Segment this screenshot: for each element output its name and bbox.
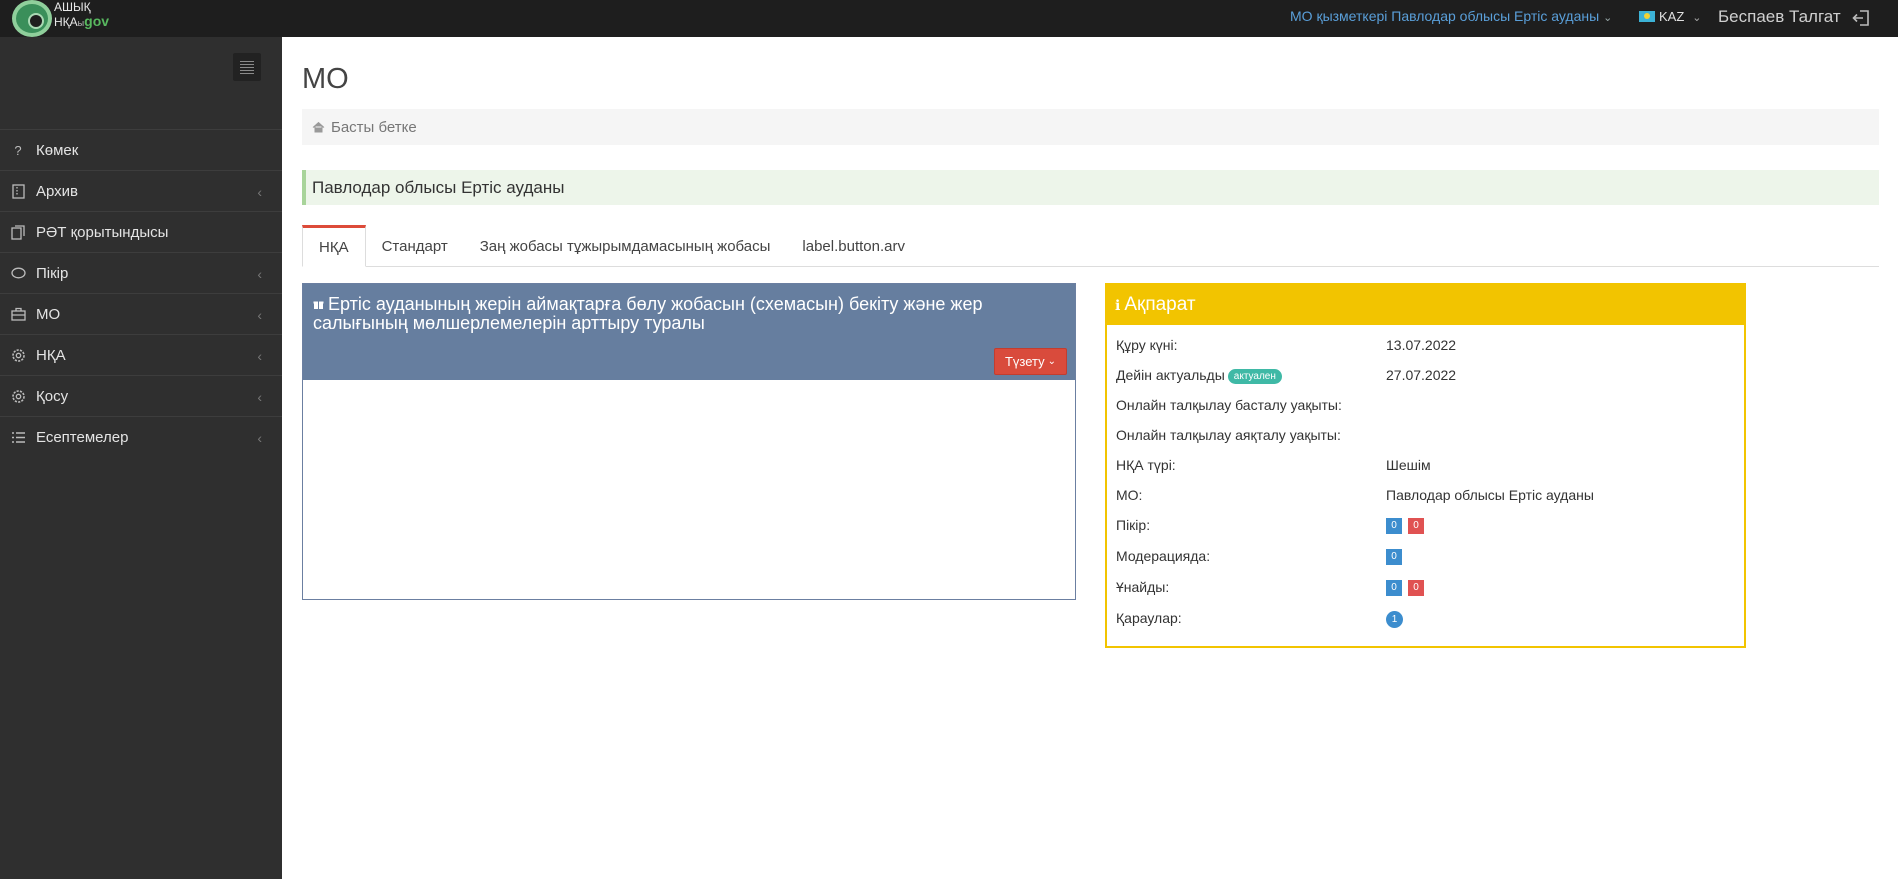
logo-emblem-icon <box>12 0 52 37</box>
tab-npa[interactable]: НҚА <box>302 225 366 267</box>
sidebar-item-npa[interactable]: НҚА ‹ <box>0 334 282 375</box>
top-navbar: АШЫҚ НҚАыgov МО қызметкері Павлодар облы… <box>0 0 1898 37</box>
sidebar-item-mo[interactable]: МО ‹ <box>0 293 282 334</box>
logout-icon[interactable] <box>1851 8 1871 28</box>
document-title: Ертіс ауданының жерін аймақтарға бөлу жо… <box>313 294 983 333</box>
organization-alert: Павлодар облысы Ертіс ауданы <box>302 170 1879 205</box>
info-value: Шешім <box>1386 457 1431 473</box>
main-content: МО Басты бетке Павлодар облысы Ертіс ауд… <box>282 37 1898 879</box>
document-panel: Ертіс ауданының жерін аймақтарға бөлу жо… <box>302 283 1076 600</box>
gear-icon <box>10 388 26 404</box>
info-label: Онлайн талқылау басталу уақыты: <box>1116 397 1342 413</box>
question-icon: ? <box>14 142 22 158</box>
page-title: МО <box>302 63 349 95</box>
info-label: Модерацияда: <box>1116 548 1211 564</box>
sidebar-item-conclusion[interactable]: РӘТ қорытындысы <box>0 211 282 252</box>
info-label: МО: <box>1116 487 1143 503</box>
info-label: Онлайн талқылау аяқталу уақыты: <box>1116 427 1341 443</box>
tab-standard[interactable]: Стандарт <box>366 225 464 267</box>
chevron-left-icon: ‹ <box>257 348 262 364</box>
chevron-left-icon: ‹ <box>257 184 262 200</box>
count-badge[interactable]: 0 <box>1408 580 1424 597</box>
info-value: 27.07.2022 <box>1386 367 1457 383</box>
sidebar-item-archive[interactable]: Архив ‹ <box>0 170 282 211</box>
language-label: KAZ <box>1659 9 1685 24</box>
count-badge[interactable]: 0 <box>1386 518 1402 535</box>
home-icon <box>312 121 325 133</box>
chevron-left-icon: ‹ <box>257 389 262 405</box>
breadcrumb: Басты бетке <box>302 109 1879 145</box>
user-name[interactable]: Беспаев Талгат <box>1718 7 1841 27</box>
info-icon: ℹ <box>1115 296 1121 313</box>
role-dropdown[interactable]: МО қызметкері Павлодар облысы Ертіс ауда… <box>1290 8 1612 24</box>
info-panel: ℹ Ақпарат Құру күні: 13.07.2022 Дейін акт… <box>1105 283 1746 648</box>
info-label: Құру күні: <box>1116 337 1178 353</box>
site-logo[interactable]: АШЫҚ НҚАыgov <box>10 0 120 37</box>
gear-icon <box>10 347 26 363</box>
chevron-left-icon: ‹ <box>257 266 262 282</box>
info-value: 0 <box>1386 548 1408 566</box>
info-label: Дейін актуальды актуален <box>1116 367 1282 384</box>
briefcase-icon <box>10 306 26 322</box>
info-label: НҚА түрі: <box>1116 457 1176 473</box>
language-dropdown[interactable]: KAZ ⌄ <box>1639 9 1702 24</box>
info-panel-title: Ақпарат <box>1124 294 1196 315</box>
chevron-left-icon: ‹ <box>257 307 262 323</box>
logo-text-line1: АШЫҚ <box>54 0 91 14</box>
chevron-down-icon: ⌄ <box>1603 12 1613 24</box>
info-label: Қараулар: <box>1116 610 1182 626</box>
chevron-left-icon: ‹ <box>257 430 262 446</box>
count-badge[interactable]: 0 <box>1386 580 1402 597</box>
sidebar-item-label: МО <box>36 305 61 323</box>
gift-icon <box>313 301 324 309</box>
sidebar-menu: ? Көмек Архив ‹ РӘТ қорытындысы Пікір ‹ … <box>0 129 282 457</box>
archive-icon <box>10 183 26 199</box>
tab-draft-concept[interactable]: Заң жобасы тұжырымдамасының жобасы <box>464 225 787 267</box>
info-label: Пікір: <box>1116 517 1151 533</box>
sidebar-item-label: Архив <box>36 182 79 200</box>
sidebar: ? Көмек Архив ‹ РӘТ қорытындысы Пікір ‹ … <box>0 37 282 879</box>
role-label: МО қызметкері Павлодар облысы Ертіс ауда… <box>1290 8 1600 24</box>
logo-text-line2: НҚАыgov <box>54 13 110 29</box>
kazakhstan-flag-icon <box>1639 11 1655 22</box>
sidebar-item-label: Есептемелер <box>36 428 129 446</box>
tab-bar: НҚА Стандарт Заң жобасы тұжырымдамасының… <box>302 225 1879 267</box>
breadcrumb-home-link[interactable]: Басты бетке <box>331 119 417 136</box>
sidebar-item-label: НҚА <box>36 346 66 364</box>
count-badge[interactable]: 0 <box>1386 549 1402 566</box>
sidebar-item-label: Пікір <box>36 264 69 282</box>
sidebar-item-add[interactable]: Қосу ‹ <box>0 375 282 416</box>
info-value: 1 <box>1386 610 1403 628</box>
list-icon <box>10 429 26 445</box>
info-value: 13.07.2022 <box>1386 337 1457 353</box>
info-value: 00 <box>1386 579 1430 597</box>
comment-icon <box>10 265 26 281</box>
alert-text: Павлодар облысы Ертіс ауданы <box>312 177 565 197</box>
info-value: Павлодар облысы Ертіс ауданы <box>1386 487 1594 503</box>
chevron-down-icon: ⌄ <box>1047 356 1057 367</box>
document-icon <box>10 224 26 240</box>
sidebar-toggle-button[interactable] <box>233 53 261 81</box>
count-badge[interactable]: 0 <box>1408 518 1424 535</box>
sidebar-item-label: Көмек <box>36 141 79 159</box>
sidebar-item-comments[interactable]: Пікір ‹ <box>0 252 282 293</box>
document-panel-header: Ертіс ауданының жерін аймақтарға бөлу жо… <box>303 284 1075 380</box>
tab-archive[interactable]: label.button.arv <box>786 225 921 267</box>
sidebar-item-help[interactable]: ? Көмек <box>0 129 282 170</box>
info-panel-header: ℹ Ақпарат <box>1107 285 1744 325</box>
info-value: 00 <box>1386 517 1430 535</box>
edit-button-label: Түзету <box>1004 354 1045 369</box>
views-count-badge: 1 <box>1386 610 1403 628</box>
chevron-down-icon: ⌄ <box>1692 12 1702 24</box>
status-badge: актуален <box>1227 369 1282 384</box>
sidebar-item-label: Қосу <box>36 387 69 405</box>
sidebar-item-reports[interactable]: Есептемелер ‹ <box>0 416 282 457</box>
edit-dropdown-button[interactable]: Түзету ⌄ <box>994 348 1067 375</box>
sidebar-item-label: РӘТ қорытындысы <box>36 223 169 241</box>
info-label: Ұнайды: <box>1116 579 1170 595</box>
